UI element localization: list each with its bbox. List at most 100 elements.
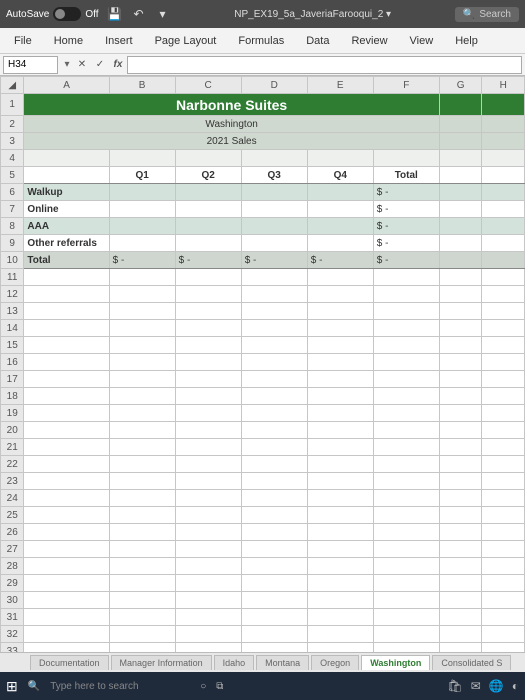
header-q3[interactable]: Q3 <box>241 167 307 184</box>
row-header[interactable]: 18 <box>1 388 24 405</box>
row-header[interactable]: 21 <box>1 439 24 456</box>
search-box[interactable]: 🔍 Search <box>455 7 519 22</box>
tray-chrome-icon[interactable]: ◐ <box>512 679 519 693</box>
row-header[interactable]: 5 <box>1 167 24 184</box>
undo-icon[interactable]: ↶ <box>131 6 147 22</box>
cancel-button[interactable]: ✕ <box>73 59 91 70</box>
row-header[interactable]: 12 <box>1 286 24 303</box>
row-header[interactable]: 4 <box>1 150 24 167</box>
col-header-h[interactable]: H <box>482 77 525 94</box>
tray-store-icon[interactable]: 🛍 <box>448 679 463 693</box>
tab-view[interactable]: View <box>400 31 444 51</box>
total-q4[interactable]: $ - <box>307 252 373 269</box>
fx-button[interactable]: fx <box>109 59 127 70</box>
row-header[interactable]: 23 <box>1 473 24 490</box>
row-header[interactable]: 3 <box>1 133 24 150</box>
tray-edge-icon[interactable]: 🌐 <box>489 679 504 693</box>
row-header[interactable]: 9 <box>1 235 24 252</box>
row-header[interactable]: 17 <box>1 371 24 388</box>
row-header[interactable]: 20 <box>1 422 24 439</box>
header-total[interactable]: Total <box>373 167 439 184</box>
tab-home[interactable]: Home <box>44 31 93 51</box>
header-q4[interactable]: Q4 <box>307 167 373 184</box>
row-header[interactable]: 24 <box>1 490 24 507</box>
row-header[interactable]: 6 <box>1 184 24 201</box>
tab-insert[interactable]: Insert <box>95 31 143 51</box>
col-header-c[interactable]: C <box>175 77 241 94</box>
total-q2[interactable]: $ - <box>175 252 241 269</box>
row-header[interactable]: 2 <box>1 116 24 133</box>
start-icon[interactable]: ⊞ <box>6 678 18 695</box>
redo-icon[interactable]: ▾ <box>155 6 171 22</box>
tab-data[interactable]: Data <box>296 31 339 51</box>
row-label-total[interactable]: Total <box>24 252 109 269</box>
walkup-total[interactable]: $ - <box>373 184 439 201</box>
row-header[interactable]: 19 <box>1 405 24 422</box>
row-header[interactable]: 1 <box>1 94 24 116</box>
other-total[interactable]: $ - <box>373 235 439 252</box>
sheet-tab-manager-information[interactable]: Manager Information <box>111 655 212 670</box>
col-header-d[interactable]: D <box>241 77 307 94</box>
col-header-a[interactable]: A <box>24 77 109 94</box>
row-header[interactable]: 26 <box>1 524 24 541</box>
col-header-e[interactable]: E <box>307 77 373 94</box>
sheet-tab-consolidated[interactable]: Consolidated S <box>432 655 511 670</box>
row-header[interactable]: 14 <box>1 320 24 337</box>
cortana-icon[interactable]: ○ <box>200 681 206 692</box>
formula-input[interactable] <box>127 56 522 74</box>
sheet-tab-washington[interactable]: Washington <box>361 655 430 670</box>
sheet-tab-documentation[interactable]: Documentation <box>30 655 109 670</box>
select-all-corner[interactable]: ◢ <box>1 77 24 94</box>
subtitle1-cell[interactable]: Washington <box>24 116 439 133</box>
tray-mail-icon[interactable]: ✉ <box>471 679 481 693</box>
row-header[interactable]: 31 <box>1 609 24 626</box>
autosave-toggle[interactable] <box>53 7 81 21</box>
col-header-b[interactable]: B <box>109 77 175 94</box>
col-header-g[interactable]: G <box>439 77 482 94</box>
aaa-total[interactable]: $ - <box>373 218 439 235</box>
taskbar-search-icon[interactable]: 🔍 <box>28 681 40 692</box>
tab-formulas[interactable]: Formulas <box>228 31 294 51</box>
online-total[interactable]: $ - <box>373 201 439 218</box>
enter-button[interactable]: ✓ <box>91 59 109 70</box>
taskbar-search-placeholder[interactable]: Type here to search <box>50 681 190 692</box>
header-q1[interactable]: Q1 <box>109 167 175 184</box>
row-header[interactable]: 10 <box>1 252 24 269</box>
row-header[interactable]: 29 <box>1 575 24 592</box>
tab-file[interactable]: File <box>4 31 42 51</box>
row-header[interactable]: 8 <box>1 218 24 235</box>
row-header[interactable]: 16 <box>1 354 24 371</box>
spreadsheet-grid[interactable]: ◢ A B C D E F G H 1Narbonne Suites 2Wash… <box>0 76 525 700</box>
name-box[interactable]: H34 <box>3 56 58 74</box>
col-header-f[interactable]: F <box>373 77 439 94</box>
sheet-tab-montana[interactable]: Montana <box>256 655 309 670</box>
tab-help[interactable]: Help <box>445 31 488 51</box>
header-q2[interactable]: Q2 <box>175 167 241 184</box>
row-label-aaa[interactable]: AAA <box>24 218 109 235</box>
subtitle2-cell[interactable]: 2021 Sales <box>24 133 439 150</box>
save-icon[interactable]: 💾 <box>107 6 123 22</box>
tab-page-layout[interactable]: Page Layout <box>145 31 227 51</box>
sheet-tab-idaho[interactable]: Idaho <box>214 655 255 670</box>
row-header[interactable]: 27 <box>1 541 24 558</box>
task-view-icon[interactable]: ⧉ <box>216 681 223 692</box>
sheet-tab-oregon[interactable]: Oregon <box>311 655 359 670</box>
row-header[interactable]: 13 <box>1 303 24 320</box>
name-box-dropdown-icon[interactable]: ▾ <box>61 59 73 70</box>
autosave-control[interactable]: AutoSave Off <box>6 7 99 21</box>
row-label-online[interactable]: Online <box>24 201 109 218</box>
total-q3[interactable]: $ - <box>241 252 307 269</box>
row-header[interactable]: 28 <box>1 558 24 575</box>
row-header[interactable]: 25 <box>1 507 24 524</box>
row-header[interactable]: 32 <box>1 626 24 643</box>
tab-review[interactable]: Review <box>341 31 397 51</box>
row-label-walkup[interactable]: Walkup <box>24 184 109 201</box>
row-header[interactable]: 30 <box>1 592 24 609</box>
row-header[interactable]: 22 <box>1 456 24 473</box>
title-cell[interactable]: Narbonne Suites <box>24 94 439 116</box>
row-header[interactable]: 11 <box>1 269 24 286</box>
row-label-other[interactable]: Other referrals <box>24 235 109 252</box>
total-q1[interactable]: $ - <box>109 252 175 269</box>
total-total[interactable]: $ - <box>373 252 439 269</box>
row-header[interactable]: 7 <box>1 201 24 218</box>
